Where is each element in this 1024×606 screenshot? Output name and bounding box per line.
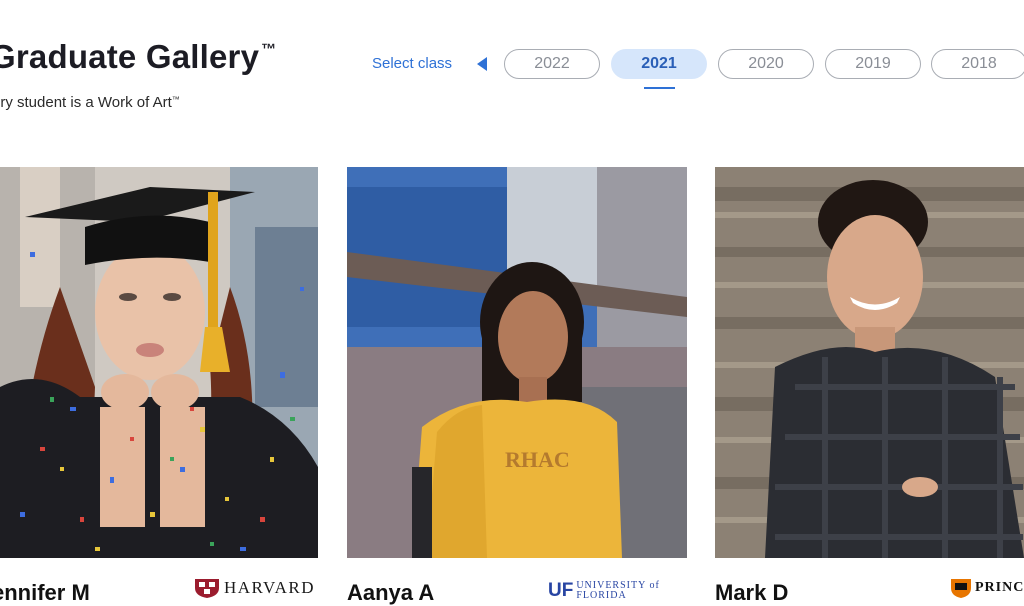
year-pill-2022[interactable]: 2022 [504, 49, 600, 79]
uf-logo: UF [548, 580, 574, 601]
page-subtitle-text: ery student is a Work of Art [0, 94, 172, 111]
school-name: UNIVERSITY of FLORIDA [576, 581, 659, 601]
year-pill-2019[interactable]: 2019 [825, 49, 921, 79]
school-logo: UF UNIVERSITY of FLORIDA [548, 580, 660, 602]
school-name: HARVARD [224, 578, 316, 597]
student-name[interactable]: ennifer M [0, 580, 90, 606]
student-name[interactable]: Aanya A [347, 580, 434, 606]
student-photo-2[interactable]: RHAC [347, 167, 687, 558]
princeton-shield-icon [951, 579, 971, 598]
student-photo-1[interactable] [0, 167, 318, 558]
svg-text:RHAC: RHAC [505, 447, 570, 472]
school-name-line: FLORIDA [576, 590, 627, 601]
year-pill-2020[interactable]: 2020 [718, 49, 814, 79]
select-class-label: Select class [372, 55, 453, 72]
student-photo-image [715, 167, 1024, 558]
page-title: Graduate Gallery ™ [0, 38, 276, 76]
student-photo-image: RHAC [347, 167, 687, 558]
trademark-mark: ™ [261, 41, 277, 58]
year-pill-2021[interactable]: 2021 [611, 49, 707, 79]
trademark-mark: ™ [171, 95, 180, 104]
school-logo: HARVARD [194, 578, 315, 598]
school-name: PRINCE [975, 580, 1024, 595]
student-name[interactable]: Mark D [715, 580, 788, 606]
student-photo-3[interactable] [715, 167, 1024, 558]
graduate-photo-image [0, 167, 318, 558]
page-subtitle: ery student is a Work of Art™ [0, 94, 180, 111]
page-title-text: Graduate Gallery [0, 38, 260, 75]
selected-year-indicator [644, 87, 675, 89]
harvard-shield-icon [195, 579, 219, 598]
school-logo: PRINCE [950, 578, 1024, 598]
caret-left-icon[interactable] [476, 57, 488, 71]
year-pill-2018[interactable]: 2018 [931, 49, 1024, 79]
